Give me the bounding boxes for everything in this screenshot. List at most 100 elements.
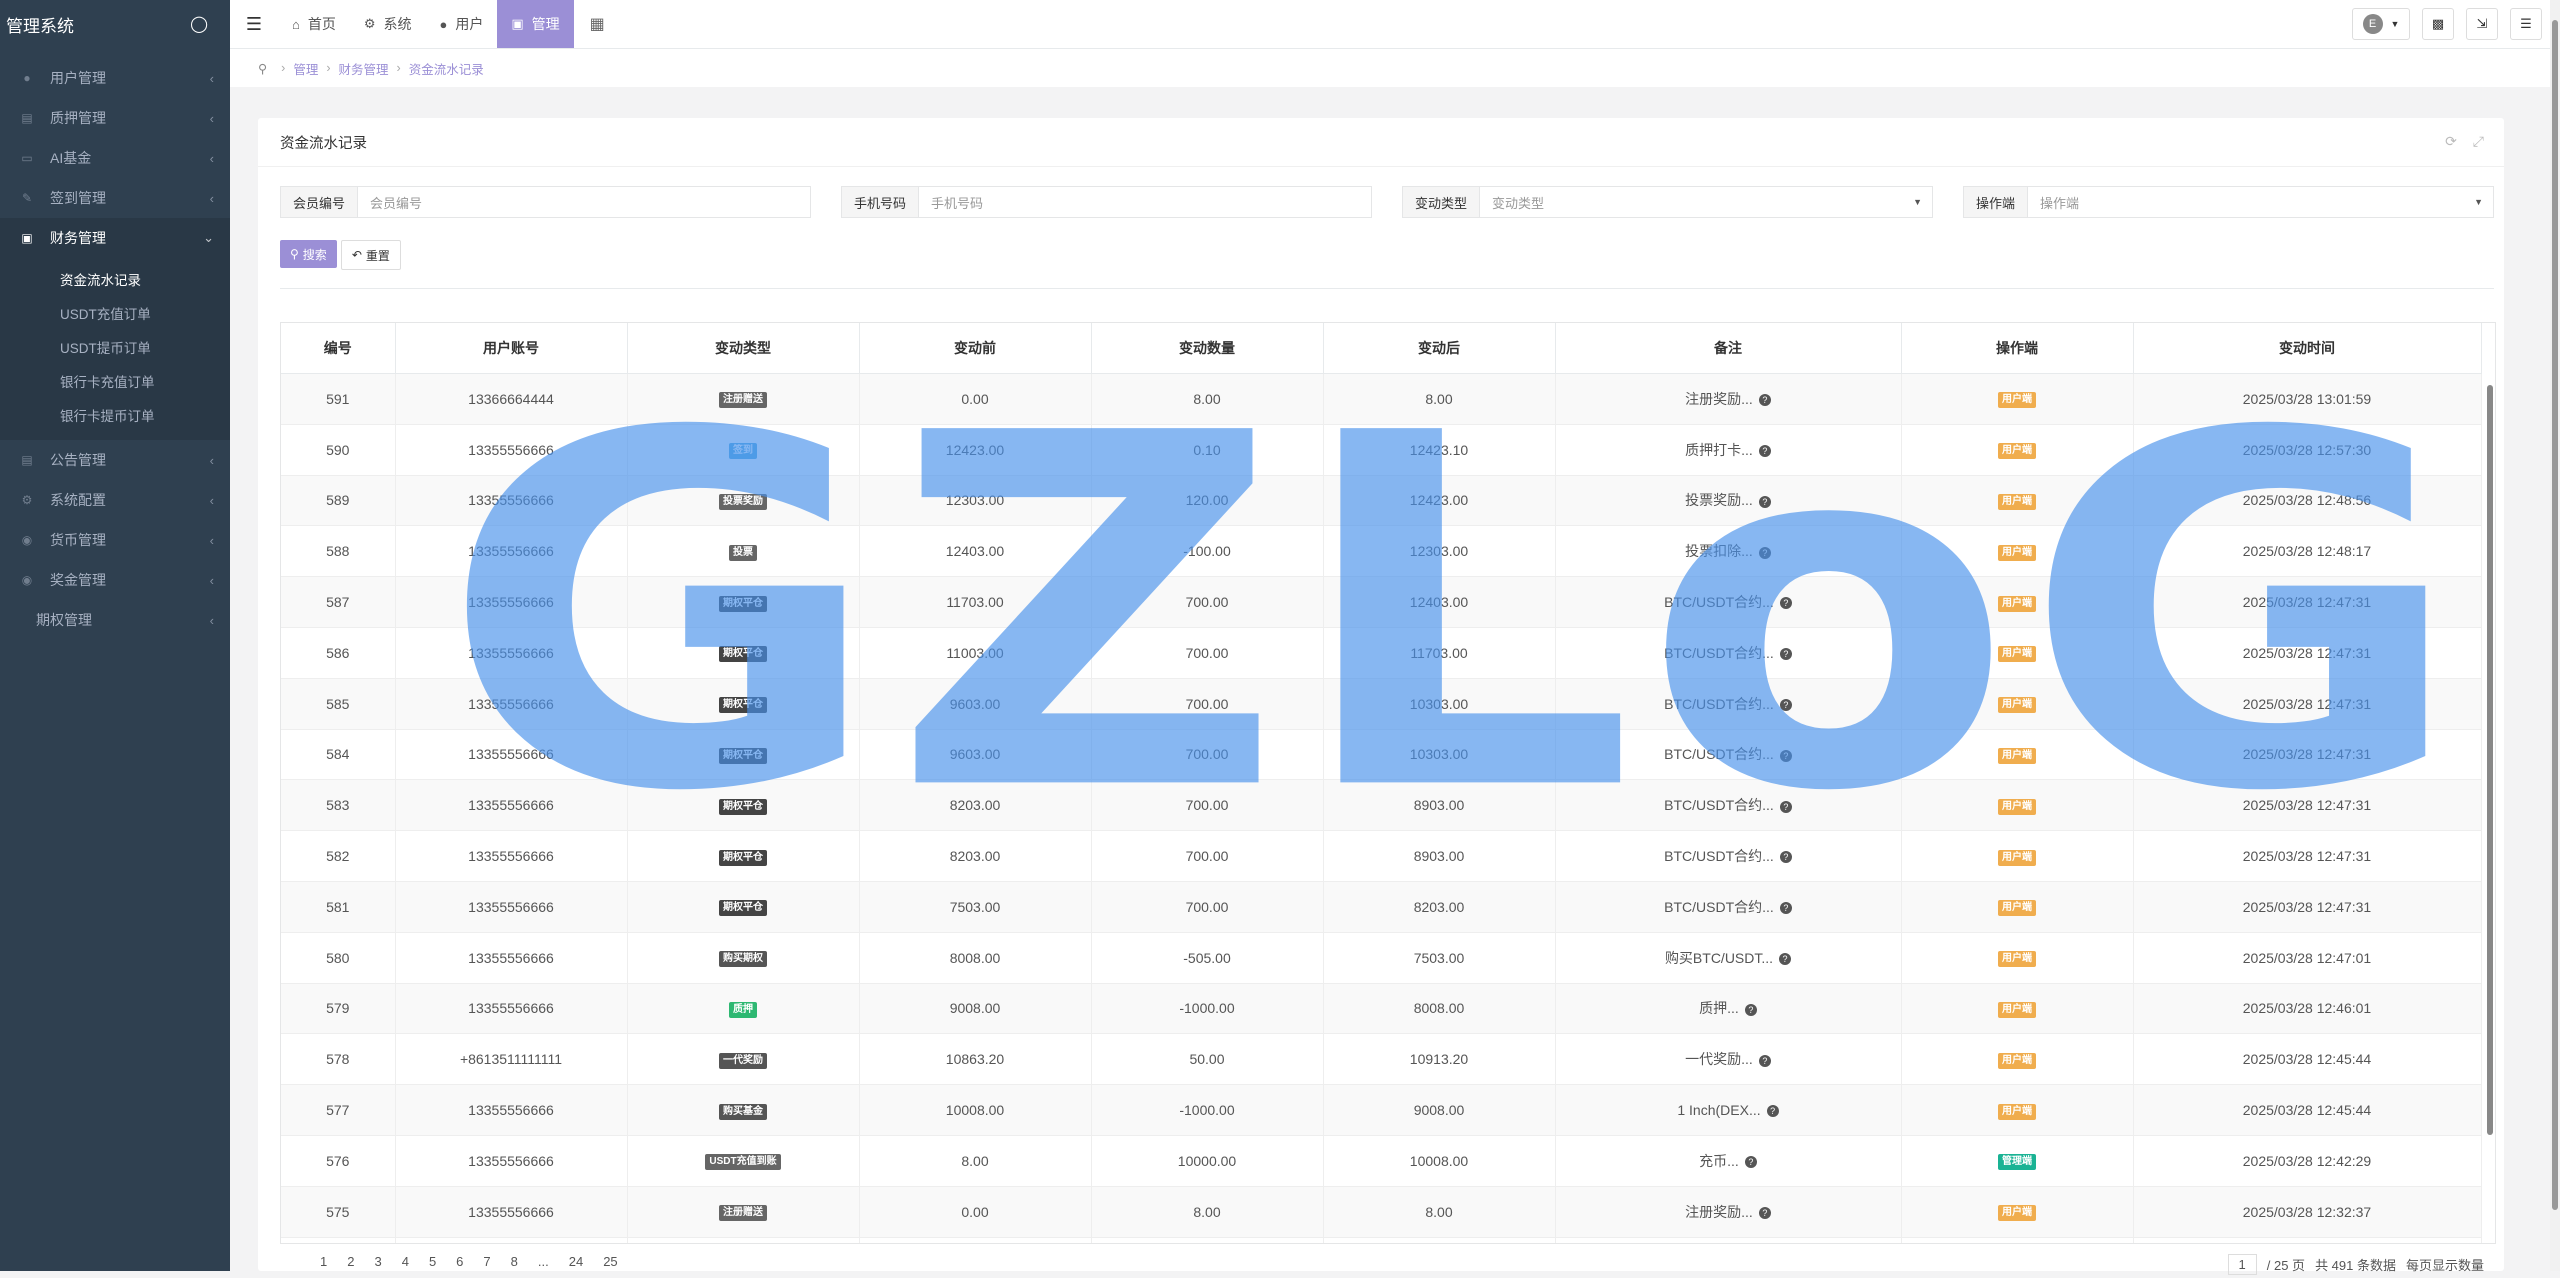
table-row[interactable]: 591 13366664444 注册赠送 0.00 8.00 8.00 注册奖励...? 用户… xyxy=(281,373,2482,425)
breadcrumb-item[interactable]: 财务管理 xyxy=(339,59,389,78)
page-link[interactable]: 3 xyxy=(374,1254,381,1269)
sidebar-item-ai-fund[interactable]: ▭ AI基金 ‹ xyxy=(0,138,230,178)
table-row[interactable]: 583 13355556666 期权平仓 8203.00 700.00 8903.00 BT… xyxy=(281,779,2482,832)
table-cell: 585 xyxy=(281,678,396,730)
table-row[interactable]: 580 13355556666 购买期权 8008.00 -505.00 7503.00 购… xyxy=(281,932,2482,984)
sidebar-item-signin[interactable]: ✎ 签到管理 ‹ xyxy=(0,178,230,218)
page-link[interactable]: 2 xyxy=(347,1254,354,1269)
sidebar-sub-bank-recharge[interactable]: 银行卡充值订单 xyxy=(0,364,230,398)
tab-system[interactable]: ⚙ 系统 xyxy=(350,0,426,48)
page-link[interactable]: ... xyxy=(538,1254,549,1269)
table-row[interactable]: 578 +8613511111111 一代奖励 10863.20 50.00 10913.… xyxy=(281,1033,2482,1086)
table-cell: -505.00 xyxy=(1091,932,1324,984)
question-circle-icon[interactable]: ? xyxy=(1779,597,1792,610)
sidebar-item-bonus[interactable]: ◉ 奖金管理 ‹ xyxy=(0,560,230,600)
page-scrollbar[interactable] xyxy=(2550,0,2560,1271)
sidebar-item-option[interactable]: 期权管理 ‹ xyxy=(0,600,230,640)
table-row[interactable]: 589 13355556666 投票奖励 12303.00 120.00 12423.00… xyxy=(281,475,2482,527)
question-circle-icon[interactable]: ? xyxy=(1779,902,1792,915)
question-circle-icon[interactable]: ? xyxy=(1758,394,1771,407)
user-menu-button[interactable]: E ▼ xyxy=(2352,8,2410,40)
table-row[interactable]: 581 13355556666 期权平仓 7503.00 700.00 8203.00 BT… xyxy=(281,881,2482,933)
sidebar-sub-usdt-withdraw[interactable]: USDT提币订单 xyxy=(0,330,230,364)
page-link[interactable]: 4 xyxy=(402,1254,409,1269)
table-row[interactable]: 586 13355556666 期权平仓 11003.00 700.00 11703.00… xyxy=(281,627,2482,679)
table-row[interactable]: 584 13355556666 期权平仓 9603.00 700.00 10303.00 B… xyxy=(281,729,2482,781)
sidebar-item-currency[interactable]: ◉ 货币管理 ‹ xyxy=(0,520,230,560)
tab-home[interactable]: ⌂ 首页 xyxy=(278,0,350,48)
question-circle-icon[interactable]: ? xyxy=(1779,800,1792,813)
question-circle-icon[interactable]: ? xyxy=(1744,1156,1757,1169)
question-circle-icon[interactable]: ? xyxy=(1779,648,1792,661)
page-link[interactable]: 1 xyxy=(320,1254,327,1269)
table-scrollbar[interactable] xyxy=(2485,375,2495,1235)
page-link[interactable]: 25 xyxy=(603,1254,617,1269)
droplet-icon[interactable]: ◯ xyxy=(190,14,208,34)
table-row[interactable]: 57413900000004期权平仓63882.98200.0064082.98… xyxy=(281,1237,2482,1243)
grid-icon[interactable]: ▦ xyxy=(574,14,621,34)
member-id-input[interactable]: 会员编号 xyxy=(358,186,811,218)
table-row[interactable]: 577 13355556666 购买基金 10008.00 -1000.00 9008.0… xyxy=(281,1084,2482,1136)
question-circle-icon[interactable]: ? xyxy=(1758,1206,1771,1219)
question-circle-icon[interactable]: ? xyxy=(1758,1054,1771,1067)
question-circle-icon[interactable]: ? xyxy=(1779,749,1792,762)
change-type-select[interactable]: 变动类型 ▼ xyxy=(1480,186,1933,218)
table-row[interactable]: 575 13355556666 注册赠送 0.00 8.00 8.00 注册奖励...? 用户… xyxy=(281,1186,2482,1238)
table-row[interactable]: 590 13355556666 签到 12423.00 0.10 12423.10 质押打卡… xyxy=(281,424,2482,476)
table-row[interactable]: 585 13355556666 期权平仓 9603.00 700.00 10303.00 B… xyxy=(281,678,2482,730)
reset-button[interactable]: ↶ 重置 xyxy=(340,240,401,270)
question-circle-icon[interactable]: ? xyxy=(1779,952,1792,965)
question-circle-icon[interactable]: ? xyxy=(1779,851,1792,864)
sidebar-item-notice[interactable]: ▤ 公告管理 ‹ xyxy=(0,440,230,480)
page-link[interactable]: 24 xyxy=(569,1254,583,1269)
tab-manage[interactable]: ▣ 管理 xyxy=(497,0,574,48)
scrollbar-thumb[interactable] xyxy=(2552,20,2558,1210)
fullscreen-button[interactable]: ⇲ xyxy=(2466,8,2498,40)
column-header[interactable]: 备注 xyxy=(1555,323,1902,374)
page-link[interactable]: 5 xyxy=(429,1254,436,1269)
table-row[interactable]: 582 13355556666 期权平仓 8203.00 700.00 8903.00 BT… xyxy=(281,830,2482,882)
trash-button[interactable]: ▩ xyxy=(2422,8,2454,40)
column-header[interactable]: 变动后 xyxy=(1323,323,1556,374)
sidebar-item-pledge[interactable]: ▤ 质押管理 ‹ xyxy=(0,98,230,138)
breadcrumb-item[interactable]: 管理 xyxy=(293,59,318,78)
breadcrumb-item[interactable]: 资金流水记录 xyxy=(409,59,484,78)
question-circle-icon[interactable]: ? xyxy=(1758,444,1771,457)
page-link[interactable]: 6 xyxy=(456,1254,463,1269)
page-input[interactable]: 1 xyxy=(2227,1254,2257,1275)
sidebar-item-user[interactable]: ● 用户管理 ‹ xyxy=(0,58,230,98)
refresh-icon[interactable]: ⟳ xyxy=(2445,133,2457,150)
question-circle-icon[interactable]: ? xyxy=(1758,546,1771,559)
expand-icon[interactable]: ⤢ xyxy=(2473,133,2484,150)
sidebar-sub-bank-withdraw[interactable]: 银行卡提币订单 xyxy=(0,398,230,432)
column-header[interactable]: 编号 xyxy=(281,323,396,374)
phone-input[interactable]: 手机号码 xyxy=(919,186,1372,218)
menu-toggle-icon[interactable]: ☰ xyxy=(230,0,278,48)
table-row[interactable]: 576 13355556666 USDT充值到账 8.00 10000.00 10008.… xyxy=(281,1135,2482,1187)
question-circle-icon[interactable]: ? xyxy=(1779,698,1792,711)
settings-button[interactable]: ☰ xyxy=(2510,8,2542,40)
chevron-left-icon: ‹ xyxy=(209,532,214,548)
page-link[interactable]: 7 xyxy=(483,1254,490,1269)
question-circle-icon[interactable]: ? xyxy=(1758,495,1771,508)
sidebar-sub-usdt-recharge[interactable]: USDT充值订单 xyxy=(0,296,230,330)
operator-select[interactable]: 操作端 ▼ xyxy=(2028,186,2494,218)
question-circle-icon[interactable]: ? xyxy=(1744,1003,1757,1016)
sidebar-item-config[interactable]: ⚙ 系统配置 ‹ xyxy=(0,480,230,520)
sidebar-item-finance[interactable]: ▣ 财务管理 ⌄ xyxy=(0,218,230,258)
column-header[interactable]: 操作端 xyxy=(1901,323,2134,374)
column-header[interactable]: 变动类型 xyxy=(627,323,860,374)
column-header[interactable]: 变动前 xyxy=(859,323,1092,374)
search-button[interactable]: ⚲ 搜索 xyxy=(280,240,337,268)
question-circle-icon[interactable]: ? xyxy=(1766,1105,1779,1118)
column-header[interactable]: 变动数量 xyxy=(1091,323,1324,374)
table-row[interactable]: 579 13355556666 质押 9008.00 -1000.00 8008.00 质押… xyxy=(281,983,2482,1035)
table-row[interactable]: 588 13355556666 投票 12403.00 -100.00 12303.00 投… xyxy=(281,525,2482,578)
column-header[interactable]: 变动时间 xyxy=(2133,323,2482,374)
table-row[interactable]: 587 13355556666 期权平仓 11703.00 700.00 12403.00… xyxy=(281,576,2482,628)
page-link[interactable]: 8 xyxy=(511,1254,518,1269)
column-header[interactable]: 用户账号 xyxy=(395,323,628,374)
sidebar-sub-fund-flow[interactable]: 资金流水记录 xyxy=(0,262,230,296)
scrollbar-thumb[interactable] xyxy=(2487,385,2493,1135)
tab-user[interactable]: ● 用户 xyxy=(426,0,498,48)
